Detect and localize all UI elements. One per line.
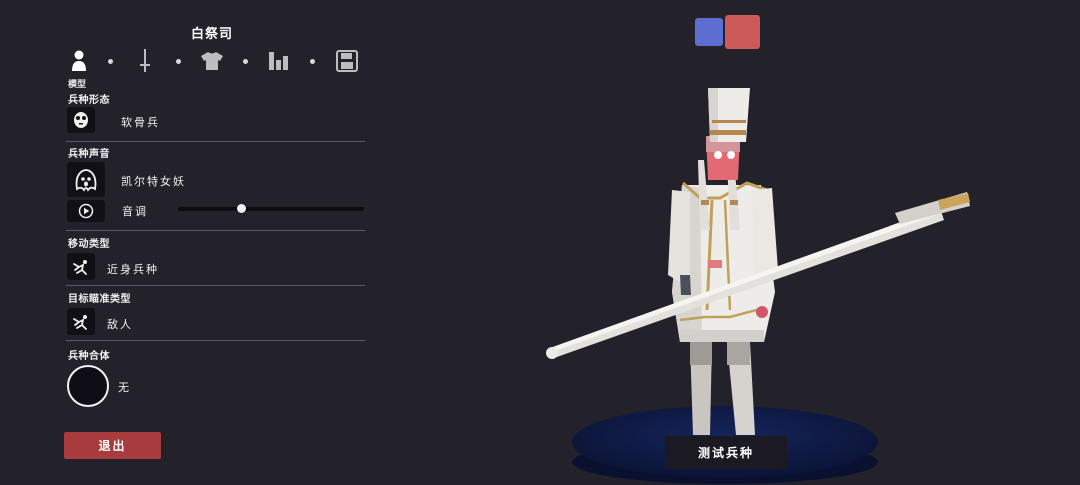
divider	[66, 340, 365, 341]
movement-type-value: 近身兵种	[107, 263, 159, 276]
tab-separator-dot	[310, 59, 315, 64]
tab-separator-dot	[108, 59, 113, 64]
bar-chart-icon	[269, 52, 288, 70]
exit-button[interactable]: 退出	[64, 432, 161, 459]
unit-combo-label: 兵种合体	[68, 351, 110, 362]
target-run-icon	[73, 314, 87, 330]
tab-stats[interactable]	[266, 47, 292, 75]
pitch-label: 音调	[122, 205, 148, 218]
unit-voice-selector[interactable]	[67, 162, 105, 197]
unit-name-title: 白祭司	[190, 27, 233, 42]
team-blue-swatch[interactable]	[695, 18, 723, 46]
movement-type-selector[interactable]	[67, 253, 95, 280]
tab-weapon[interactable]	[132, 47, 158, 75]
unit-voice-value: 凯尔特女妖	[121, 175, 186, 188]
editor-tabs	[66, 47, 366, 77]
banshee-icon	[75, 168, 97, 192]
unit-base-label: 兵种形态	[68, 95, 110, 106]
unit-editor-panel: 白祭司 模型 兵种形态 软骨兵 兵种声音 凯尔特女妖 音调 移动类型 近身兵种 …	[0, 0, 372, 485]
unit-model	[546, 88, 970, 435]
tab-clothing[interactable]	[199, 47, 225, 75]
unit-base-value: 软骨兵	[121, 116, 160, 129]
divider	[66, 285, 365, 286]
pitch-slider-handle[interactable]	[236, 204, 246, 213]
unit-creator-screen: 白祭司 模型 兵种形态 软骨兵 兵种声音 凯尔特女妖 音调 移动类型 近身兵种 …	[0, 0, 1080, 485]
divider	[66, 230, 365, 231]
unit-combo-value: 无	[118, 381, 131, 394]
save-icon	[336, 50, 358, 72]
targeting-type-label: 目标瞄准类型	[68, 294, 131, 305]
unit-base-selector[interactable]	[67, 107, 95, 133]
shirt-icon	[201, 52, 223, 70]
person-icon	[72, 50, 86, 71]
skull-mask-icon	[74, 112, 88, 128]
tab-model[interactable]	[66, 47, 92, 75]
play-voice-button[interactable]	[67, 200, 105, 222]
unit-combo-selector[interactable]	[67, 365, 109, 407]
movement-type-label: 移动类型	[68, 239, 110, 250]
test-unit-button[interactable]: 测试兵种	[665, 436, 787, 469]
unit-preview[interactable]	[540, 80, 980, 485]
tab-save[interactable]	[334, 47, 360, 75]
divider	[66, 141, 365, 142]
tab-separator-dot	[243, 59, 248, 64]
pitch-slider-track[interactable]	[178, 207, 364, 211]
melee-run-icon	[73, 259, 87, 275]
sword-icon	[140, 49, 150, 72]
team-red-swatch[interactable]	[725, 15, 760, 49]
play-icon	[78, 203, 94, 219]
tab-separator-dot	[176, 59, 181, 64]
targeting-type-selector[interactable]	[67, 308, 95, 335]
targeting-type-value: 敌人	[107, 318, 133, 331]
tab-model-caption: 模型	[68, 80, 87, 90]
unit-voice-label: 兵种声音	[68, 149, 110, 160]
